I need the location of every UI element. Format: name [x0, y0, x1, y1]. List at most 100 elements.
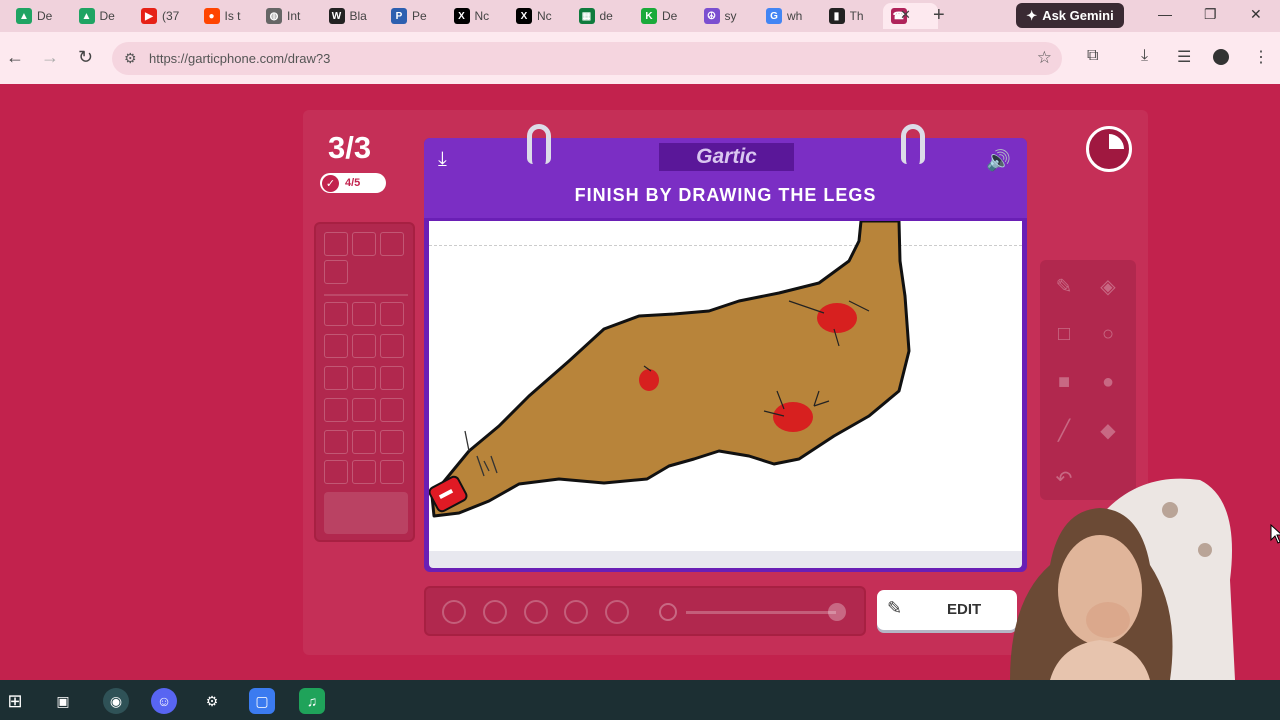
browser-tab[interactable]: ◍ Int: [258, 3, 318, 29]
news-icon: P: [391, 8, 407, 24]
url-text[interactable]: https://garticphone.com/draw?3: [149, 51, 330, 66]
browser-tab[interactable]: X Nc: [446, 3, 506, 29]
bookmark-star-icon[interactable]: ☆: [1037, 48, 1052, 68]
brush-size-option[interactable]: [483, 600, 507, 624]
color-swatch[interactable]: [352, 302, 376, 326]
browser-tab[interactable]: ● Is t: [196, 3, 256, 29]
color-swatch[interactable]: [324, 366, 348, 390]
color-swatch[interactable]: [324, 334, 348, 358]
windows-taskbar: ⊞ ▣ ◉ ☺ ⚙ ▢ ♫: [0, 680, 1280, 720]
reload-icon[interactable]: ↻: [78, 47, 93, 68]
restore-icon[interactable]: ❐: [1204, 6, 1217, 23]
opacity-slider-handle[interactable]: [828, 603, 846, 621]
color-swatch[interactable]: [380, 366, 404, 390]
browser-tab[interactable]: ▲ De: [8, 3, 68, 29]
steam-icon[interactable]: ⚙: [199, 688, 225, 714]
webcam-overlay: [990, 470, 1280, 680]
color-swatch[interactable]: [324, 302, 348, 326]
tab-title: Nc: [537, 9, 552, 23]
color-swatch[interactable]: [380, 334, 404, 358]
drawing-board: ⤓ Gartic FINISH BY DRAWING THE LEGS 🔊: [424, 124, 1027, 572]
browser-tab[interactable]: K De: [633, 3, 693, 29]
tab-title: De: [99, 9, 115, 23]
windows-start-icon[interactable]: ⊞: [2, 688, 28, 714]
color-swatch[interactable]: [352, 430, 376, 454]
browser-tab[interactable]: ▲ De: [71, 3, 131, 29]
tab-title: Is t: [224, 9, 241, 23]
brush-size-option[interactable]: [605, 600, 629, 624]
menu-dots-icon[interactable]: ⋮: [1253, 47, 1269, 67]
forward-icon[interactable]: →: [41, 47, 59, 68]
browser-tab[interactable]: ▦ de: [571, 3, 631, 29]
timer-dial: [1109, 134, 1124, 149]
color-swatch[interactable]: [380, 232, 404, 256]
custom-color-slot[interactable]: [324, 492, 408, 534]
brush-size-option[interactable]: [442, 600, 466, 624]
tab-title: wh: [787, 9, 803, 23]
speaker-icon[interactable]: 🔊: [986, 148, 1011, 173]
spreadsheet-icon: ▦: [578, 8, 595, 24]
eraser-tool-icon[interactable]: ◈: [1092, 270, 1124, 302]
browser-toolbar: ← → ↻ ⚙ https://garticphone.com/draw?3 ☆…: [0, 32, 1280, 84]
fill-bucket-tool-icon[interactable]: ◆: [1092, 414, 1124, 446]
profile-avatar[interactable]: [1213, 49, 1229, 65]
rectangle-tool-icon[interactable]: □: [1048, 318, 1080, 350]
drawn-body: [430, 221, 911, 518]
board-header: ⤓ Gartic FINISH BY DRAWING THE LEGS 🔊: [424, 138, 1027, 218]
color-swatch[interactable]: [324, 232, 348, 256]
color-swatch[interactable]: [324, 398, 348, 422]
brush-size-option[interactable]: [524, 600, 548, 624]
red-spot: [817, 303, 857, 333]
color-swatch[interactable]: [352, 334, 376, 358]
color-swatch[interactable]: [352, 366, 376, 390]
browser-tab[interactable]: Gwh: [758, 3, 818, 29]
site-settings-icon[interactable]: ⚙: [124, 50, 137, 67]
google-drive-icon: ▲: [16, 8, 32, 24]
close-window-icon[interactable]: ✕: [1250, 6, 1262, 23]
ellipse-tool-icon[interactable]: ○: [1092, 318, 1124, 350]
color-swatch[interactable]: [324, 460, 348, 484]
drawing-canvas[interactable]: [429, 221, 1022, 551]
color-swatch[interactable]: [352, 398, 376, 422]
browser-tab[interactable]: ☮ sy: [696, 3, 756, 29]
color-swatch[interactable]: [380, 430, 404, 454]
download-icon[interactable]: ⤓: [438, 148, 447, 171]
line-tool-icon[interactable]: ╱: [1048, 414, 1080, 446]
ask-gemini-button[interactable]: ✦ Ask Gemini: [1016, 3, 1124, 28]
streamer-webcam-image: [1010, 478, 1235, 680]
minimize-icon[interactable]: —: [1158, 6, 1172, 22]
address-bar[interactable]: ⚙ https://garticphone.com/draw?3 ☆: [112, 42, 1062, 75]
palette-divider: [324, 294, 408, 296]
browser-tab[interactable]: ▶ (37: [133, 3, 193, 29]
downloads-icon[interactable]: ⤓: [1141, 47, 1148, 65]
filled-ellipse-tool-icon[interactable]: ●: [1092, 366, 1124, 398]
spotify-like-icon[interactable]: ♫: [299, 688, 325, 714]
back-icon[interactable]: ←: [6, 47, 24, 68]
color-swatch[interactable]: [324, 260, 348, 284]
color-swatch[interactable]: [380, 398, 404, 422]
brush-size-option[interactable]: [564, 600, 588, 624]
color-swatch[interactable]: [380, 460, 404, 484]
color-swatch[interactable]: [352, 232, 376, 256]
google-drive-icon: ▲: [78, 8, 95, 24]
extensions-icon[interactable]: ⧉: [1087, 47, 1098, 65]
new-tab-button[interactable]: +: [933, 4, 945, 27]
discord-icon[interactable]: ☺: [151, 688, 177, 714]
color-swatch[interactable]: [324, 430, 348, 454]
browser-tab[interactable]: P Pe: [383, 3, 443, 29]
color-swatch[interactable]: [380, 302, 404, 326]
filled-rectangle-tool-icon[interactable]: ■: [1048, 366, 1080, 398]
k-icon: K: [641, 8, 657, 24]
close-tab-icon[interactable]: ✕: [900, 7, 911, 23]
tab-title: Th: [849, 9, 864, 23]
browser-tab[interactable]: W Bla: [321, 3, 381, 29]
browser-tab[interactable]: X Nc: [508, 3, 568, 29]
browser-tab[interactable]: ▮ Th: [821, 3, 881, 29]
media-control-icon[interactable]: ☰: [1177, 47, 1191, 67]
opacity-slider[interactable]: [686, 611, 836, 614]
chrome-icon[interactable]: ◉: [103, 688, 129, 714]
color-swatch[interactable]: [352, 460, 376, 484]
app-icon[interactable]: ▢: [249, 688, 275, 714]
task-view-icon[interactable]: ▣: [50, 688, 76, 714]
pencil-tool-icon[interactable]: ✎: [1048, 270, 1080, 302]
